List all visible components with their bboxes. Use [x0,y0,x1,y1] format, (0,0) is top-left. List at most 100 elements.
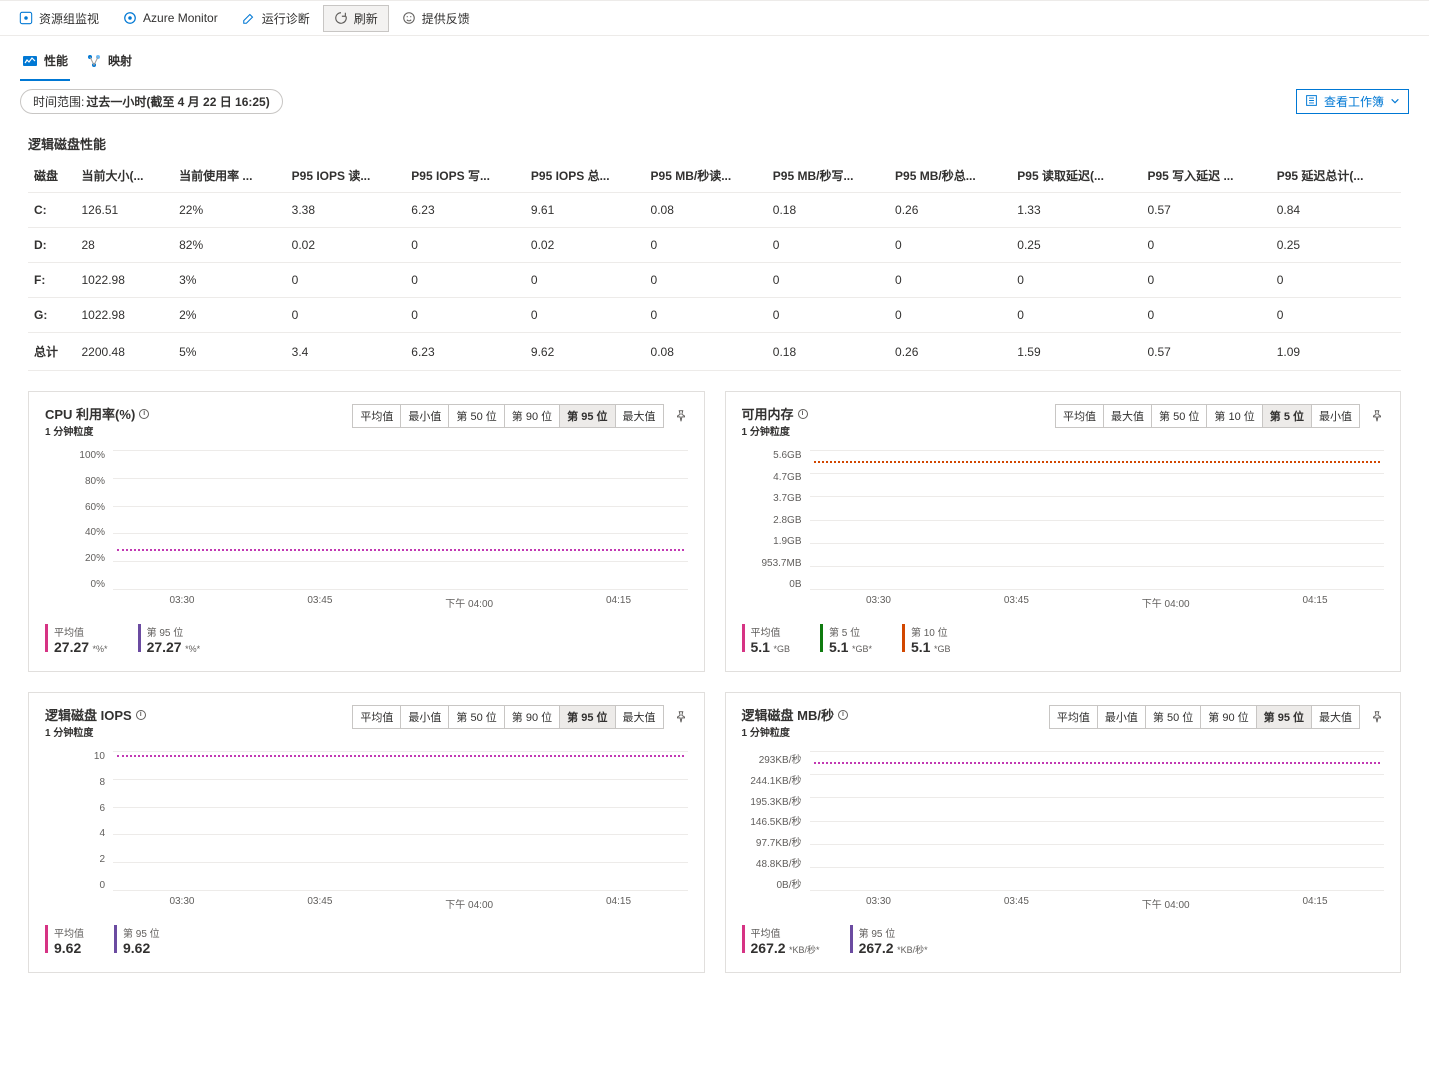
diagnose-button[interactable]: 运行诊断 [231,5,321,32]
stat-button[interactable]: 第 90 位 [505,706,560,728]
disk-cell: 28 [76,228,174,263]
stat-button[interactable]: 最小值 [401,405,449,427]
stat-button[interactable]: 最大值 [616,706,663,728]
chart-granularity: 1 分钟粒度 [742,724,848,739]
stat-button[interactable]: 最大值 [1312,706,1359,728]
azure-monitor-button[interactable]: Azure Monitor [112,6,229,30]
stat-button[interactable]: 平均值 [353,706,401,728]
data-line [117,549,684,551]
charts-grid: CPU 利用率(%)i1 分钟粒度平均值最小值第 50 位第 90 位第 95 … [0,371,1429,993]
legend-item: 第 5 位5.1 *GB* [820,624,872,655]
x-tick: 03:30 [866,896,891,911]
stat-button[interactable]: 第 95 位 [560,405,615,427]
refresh-button[interactable]: 刷新 [323,5,389,32]
legend-label: 第 10 位 [911,624,950,639]
pin-icon[interactable] [674,710,688,724]
chart-plot: 293KB/秒244.1KB/秒195.3KB/秒146.5KB/秒97.7KB… [742,751,1385,911]
info-icon[interactable]: i [136,710,146,720]
disk-cell: 0 [645,263,767,298]
chart-legends: 平均值9.62第 95 位9.62 [45,925,688,956]
x-tick: 03:30 [169,896,194,911]
workbook-label: 查看工作簿 [1324,93,1384,110]
disk-cell: 0.26 [889,193,1011,228]
disk-col-header[interactable]: P95 IOPS 总... [525,159,645,193]
stat-button[interactable]: 第 90 位 [1201,706,1256,728]
disk-col-header[interactable]: 当前使用率 ... [173,159,286,193]
disk-col-header[interactable]: P95 读取延迟(... [1011,159,1141,193]
stat-button[interactable]: 第 95 位 [560,706,615,728]
disk-cell: 0 [1011,298,1141,333]
stat-button[interactable]: 平均值 [1056,405,1104,427]
disk-cell: 0.57 [1141,193,1270,228]
stat-button[interactable]: 第 50 位 [1146,706,1201,728]
legend-value: 5.1 *GB [751,639,790,655]
toolbar-label: 刷新 [354,10,378,27]
stat-button[interactable]: 最小值 [1098,706,1146,728]
disk-col-header[interactable]: P95 MB/秒写... [767,159,889,193]
disk-col-header[interactable]: P95 延迟总计(... [1271,159,1401,193]
tab-performance[interactable]: 性能 [20,48,70,81]
data-line [814,461,1381,463]
info-icon[interactable]: i [838,710,848,720]
disk-cell: 0 [1011,263,1141,298]
stat-button[interactable]: 第 10 位 [1207,405,1262,427]
pencil-icon [242,11,256,25]
y-tick: 146.5KB/秒 [742,813,802,828]
disk-col-header[interactable]: 磁盘 [28,159,76,193]
toolbar-label: 运行诊断 [262,10,310,27]
info-icon[interactable]: i [139,409,149,419]
legend-item: 平均值9.62 [45,925,84,956]
chevron-down-icon [1390,95,1400,109]
disk-col-header[interactable]: P95 MB/秒总... [889,159,1011,193]
stat-button[interactable]: 最大值 [1104,405,1152,427]
stat-button[interactable]: 第 90 位 [505,405,560,427]
stat-button[interactable]: 平均值 [353,405,401,427]
chart-card: 可用内存i1 分钟粒度平均值最大值第 50 位第 10 位第 5 位最小值5.6… [725,391,1402,672]
info-icon[interactable]: i [798,409,808,419]
legend-value: 5.1 *GB [911,639,950,655]
y-tick: 6 [45,803,105,814]
feedback-button[interactable]: 提供反馈 [391,5,481,32]
disk-col-header[interactable]: P95 IOPS 读... [286,159,406,193]
tab-label: 性能 [44,52,68,69]
stat-button[interactable]: 最大值 [616,405,663,427]
disk-col-header[interactable]: P95 IOPS 写... [405,159,525,193]
disk-cell: 0 [1141,298,1270,333]
stat-button[interactable]: 第 50 位 [449,405,504,427]
tab-map[interactable]: 映射 [84,48,134,81]
disk-cell: 0 [405,228,525,263]
pin-icon[interactable] [1370,710,1384,724]
disk-col-header[interactable]: P95 写入延迟 ... [1141,159,1270,193]
legend-color-bar [45,624,48,652]
y-tick: 3.7GB [742,493,802,504]
disk-cell: 3% [173,263,286,298]
legend-color-bar [45,925,48,953]
stat-button[interactable]: 第 95 位 [1257,706,1312,728]
stat-button[interactable]: 平均值 [1050,706,1098,728]
stat-button[interactable]: 第 50 位 [1152,405,1207,427]
legend-label: 平均值 [54,925,84,940]
view-workbook-button[interactable]: 查看工作簿 [1296,89,1409,114]
disk-cell: 0 [1271,263,1401,298]
disk-cell: 0 [405,263,525,298]
resource-group-monitor-button[interactable]: 资源组监视 [8,5,110,32]
stat-button[interactable]: 第 50 位 [449,706,504,728]
time-range-pill[interactable]: 时间范围: 过去一小时(截至 4 月 22 日 16:25) [20,89,283,114]
disk-cell: 0.18 [767,333,889,371]
disk-col-header[interactable]: 当前大小(... [76,159,174,193]
stat-button[interactable]: 最小值 [1312,405,1359,427]
disk-cell: 3.38 [286,193,406,228]
chart-granularity: 1 分钟粒度 [45,423,149,438]
disk-col-header[interactable]: P95 MB/秒读... [645,159,767,193]
stat-button[interactable]: 第 5 位 [1263,405,1312,427]
x-tick: 04:15 [606,896,631,911]
disk-cell: 0.02 [525,228,645,263]
pin-icon[interactable] [674,409,688,423]
data-line [814,762,1381,764]
legend-color-bar [742,624,745,652]
legend-item: 平均值5.1 *GB [742,624,790,655]
x-tick: 03:30 [169,595,194,610]
chart-title: 逻辑磁盘 MB/秒i [742,705,848,724]
stat-button[interactable]: 最小值 [401,706,449,728]
pin-icon[interactable] [1370,409,1384,423]
